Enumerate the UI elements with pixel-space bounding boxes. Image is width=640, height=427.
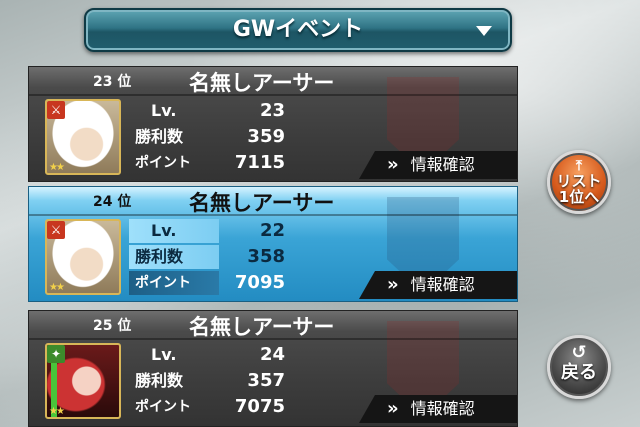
wins-label: 勝利数: [129, 245, 219, 269]
level-label: Lv.: [129, 219, 219, 243]
dropdown-arrow-icon: [476, 26, 492, 36]
player-name: 名無しアーサー: [189, 315, 335, 339]
ranking-row-24: 24 位 名無しアーサー ⚔ ★★ Lv. 22 勝利数 358 ポイント 70…: [28, 186, 518, 302]
player-avatar[interactable]: ⚔ ★★: [45, 219, 121, 295]
level-value: 24: [259, 344, 285, 365]
chevron-right-icon: »: [387, 154, 399, 175]
rarity-stars-icon: ★★: [49, 282, 65, 293]
ranking-row-25: 25 位 名無しアーサー ✦ ★★ Lv. 24 勝利数 357 ポイント 70…: [28, 310, 518, 427]
wins-label: 勝利数: [135, 371, 184, 390]
info-check-label: 情報確認: [410, 155, 475, 174]
event-title: GWイベント: [232, 17, 364, 42]
points-value: 7095: [234, 272, 285, 293]
event-select-dropdown[interactable]: GWイベント: [84, 8, 512, 52]
rank-label: 25 位: [93, 318, 132, 334]
level-label: Lv.: [129, 99, 219, 123]
player-name: 名無しアーサー: [189, 71, 335, 95]
level-value: 23: [259, 100, 285, 121]
player-avatar[interactable]: ✦ ★★: [45, 343, 121, 419]
attribute-icon: ✦: [47, 345, 65, 363]
points-value: 7075: [234, 396, 285, 417]
level-value: 22: [259, 220, 285, 241]
level-label: Lv.: [129, 343, 219, 367]
chevron-right-icon: »: [387, 274, 399, 295]
points-value: 7115: [234, 152, 285, 173]
return-arrow-icon: ↺: [571, 342, 587, 363]
wins-value: 358: [247, 246, 285, 267]
info-check-label: 情報確認: [410, 399, 475, 418]
points-label: ポイント: [129, 271, 219, 295]
info-check-button[interactable]: » 情報確認: [359, 395, 517, 423]
chevron-right-icon: »: [387, 398, 399, 419]
info-check-button[interactable]: » 情報確認: [359, 151, 517, 179]
attribute-icon: ⚔: [47, 101, 65, 119]
rank-label: 24 位: [93, 194, 132, 210]
wins-label: 勝利数: [135, 127, 184, 146]
back-label: 戻る: [561, 362, 597, 383]
row-divider: [29, 338, 517, 340]
info-check-label: 情報確認: [410, 275, 475, 294]
info-check-button[interactable]: » 情報確認: [359, 271, 517, 299]
player-avatar[interactable]: ⚔ ★★: [45, 99, 121, 175]
wins-value: 359: [247, 126, 285, 147]
rarity-stars-icon: ★★: [49, 162, 65, 173]
back-button[interactable]: ↺ 戻る: [547, 335, 611, 399]
attribute-icon: ⚔: [47, 221, 65, 239]
rank-label: 23 位: [93, 74, 132, 90]
wins-value: 357: [247, 370, 285, 391]
list-top-label-2: 1位へ: [558, 188, 600, 206]
arrow-up-to-top-icon: ⤒: [575, 158, 583, 174]
rarity-stars-icon: ★★: [49, 406, 65, 417]
ranking-row-23: 23 位 名無しアーサー ⚔ ★★ Lv. 23 勝利数 359 ポイント 71…: [28, 66, 518, 182]
list-top-button[interactable]: ⤒ リスト 1位へ: [547, 150, 611, 214]
list-top-label-1: リスト: [556, 172, 602, 190]
points-label: ポイント: [135, 155, 191, 171]
points-label: ポイント: [135, 399, 191, 415]
player-name: 名無しアーサー: [189, 191, 335, 215]
row-divider: [29, 94, 517, 96]
row-divider: [29, 214, 517, 216]
